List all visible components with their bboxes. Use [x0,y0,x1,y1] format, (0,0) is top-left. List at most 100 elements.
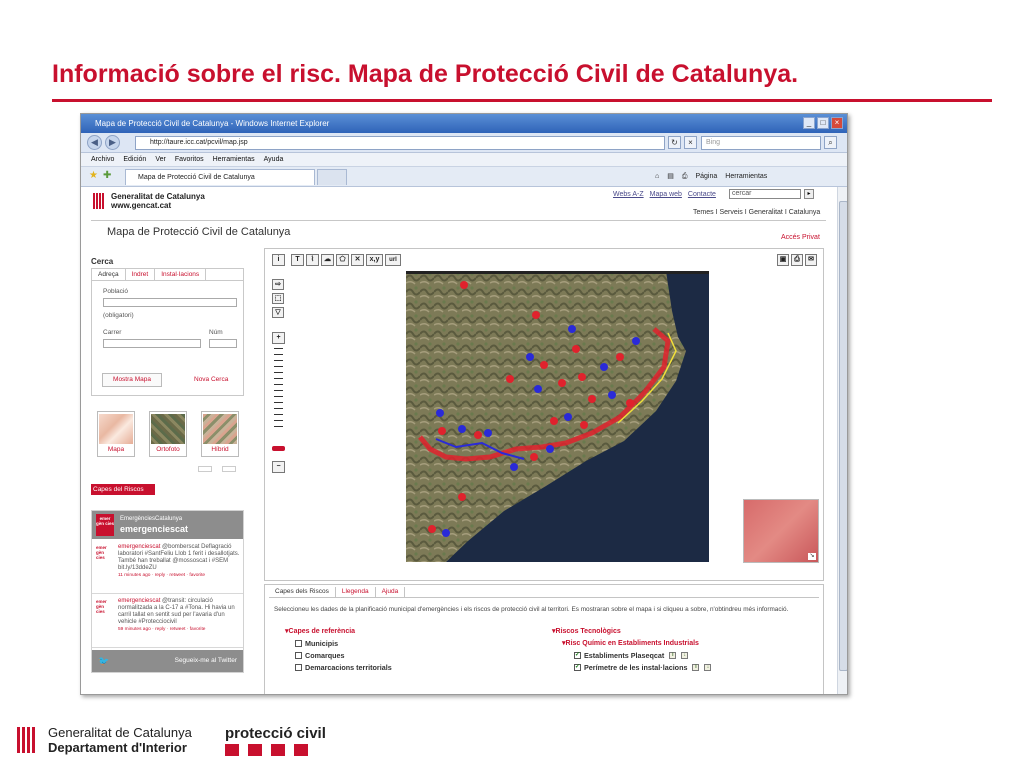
risk-point-blue[interactable] [546,445,554,453]
save-icon[interactable]: ▣ [777,254,789,266]
search-icon[interactable]: ⌕ [824,136,837,149]
risk-point-red[interactable] [616,353,624,361]
menu-ayuda[interactable]: Ayuda [264,153,284,166]
risk-point-red[interactable] [438,427,446,435]
risk-point-blue[interactable] [484,429,492,437]
zoom-in-button[interactable]: + [272,332,285,344]
layer-info-icon[interactable]: i [669,652,677,659]
favorites-star-icon[interactable]: ★ [89,170,98,181]
refresh-icon[interactable]: ↻ [668,136,681,149]
risk-point-red[interactable] [458,493,466,501]
risk-point-red[interactable] [588,395,596,403]
risk-point-red[interactable] [580,421,588,429]
group-risc-quimic[interactable]: Risc Químic en Establiments Industrials [562,639,699,647]
layer-demarcacions[interactable]: Demarcacions territorials [295,663,392,672]
zoom-levels[interactable] [274,348,283,427]
checkbox-establiments[interactable]: ✓ [574,652,581,659]
group-capes-referencia[interactable]: Capes de referència [285,627,356,635]
tweet-meta[interactable]: 11 minutes ago · reply · retweet · favor… [118,573,240,579]
risk-point-red[interactable] [474,431,482,439]
layer-download-icon[interactable]: ↓ [704,664,712,671]
checkbox-perimetre[interactable]: ✓ [574,664,581,671]
risk-point-blue[interactable] [632,337,640,345]
pan-arrow-icon[interactable]: ⇨ [272,279,284,290]
text-tool-button[interactable]: T [291,254,304,266]
risk-point-blue[interactable] [534,385,542,393]
tab-adreca[interactable]: Adreça [92,269,126,280]
risk-point-blue[interactable] [568,325,576,333]
layer-info-icon[interactable]: i [692,664,700,671]
maximize-icon[interactable]: □ [817,117,829,129]
risk-point-red[interactable] [540,361,548,369]
site-search-input[interactable]: cercar [729,189,801,199]
menu-archivo[interactable]: Archivo [91,153,114,166]
link-webs-az[interactable]: Webs A-Z [613,191,644,198]
risk-point-blue[interactable] [510,463,518,471]
checkbox-demarcacions[interactable] [295,664,302,671]
overview-toggle-icon[interactable]: ↘ [808,553,816,560]
risk-point-red[interactable] [626,399,634,407]
layer-download-icon[interactable]: ↓ [681,652,689,659]
stop-icon[interactable]: × [684,136,697,149]
url-button[interactable]: url [385,254,401,266]
line-tool-icon[interactable]: ⌇ [306,254,319,266]
risk-point-blue[interactable] [442,529,450,537]
checkbox-municipis[interactable] [295,640,302,647]
tab-installacions[interactable]: Instal·lacions [155,269,207,280]
add-favorite-icon[interactable]: ✚ [103,170,111,181]
group-riscos-tecnologics[interactable]: Riscos Tecnològics [552,627,621,635]
risk-point-blue[interactable] [608,391,616,399]
minimize-icon[interactable]: _ [803,117,815,129]
command-pagina[interactable]: Página [695,167,717,187]
area-tool-icon[interactable]: ☁ [321,254,334,266]
carrer-input[interactable] [103,339,201,348]
map-type-ortofoto[interactable]: Ortofoto [149,411,187,457]
command-herramientas[interactable]: Herramientas [725,167,767,187]
menu-favoritos[interactable]: Favoritos [175,153,204,166]
page-scrollbar[interactable] [837,187,847,694]
menu-ver[interactable]: Ver [155,153,166,166]
clear-tool-icon[interactable]: ✕ [351,254,364,266]
risk-point-red[interactable] [506,375,514,383]
poblacio-input[interactable] [103,298,237,307]
tweet-author[interactable]: emergenciescat [118,598,160,604]
tab-llegenda[interactable]: Llegenda [336,587,376,597]
risk-point-red[interactable] [550,417,558,425]
scrollbar-thumb[interactable] [839,201,847,671]
tab-capes-riscos[interactable]: Capes dels Riscos [269,587,336,597]
zoom-slider-handle[interactable] [272,446,285,451]
new-search-link[interactable]: Nova Cerca [194,376,228,383]
tab-ajuda[interactable]: Ajuda [376,587,406,597]
risk-point-red[interactable] [578,373,586,381]
risk-point-red[interactable] [532,311,540,319]
mini-button-2[interactable] [222,466,236,472]
print-map-icon[interactable]: ⎙ [791,254,803,266]
feed-icon[interactable]: ▤ [667,167,674,187]
layer-perimetre-installacions[interactable]: ✓ Perímetre de les instal·lacions i ↓ [574,663,712,672]
risk-point-blue[interactable] [458,425,466,433]
risk-point-blue[interactable] [526,353,534,361]
polygon-tool-icon[interactable]: ⬠ [336,254,349,266]
tweet-meta[interactable]: 59 minutes ago · reply · retweet · favor… [118,627,240,633]
show-map-button[interactable]: Mostra Mapa [102,373,162,387]
mini-button-1[interactable] [198,466,212,472]
map-type-hibrid[interactable]: Híbrid [201,411,239,457]
layer-municipis[interactable]: Municipis [295,639,338,648]
private-access-link[interactable]: Accés Privat [781,234,820,241]
info-icon[interactable]: i [272,254,285,266]
forward-icon[interactable]: ▶ [105,135,120,150]
coordinates-button[interactable]: x,y [366,254,383,266]
select-arrow-icon[interactable]: ▽ [272,307,284,318]
risk-point-red[interactable] [572,345,580,353]
print-icon[interactable]: ⎙ [682,167,688,187]
menu-herramientas[interactable]: Herramientas [213,153,255,166]
tweet-author[interactable]: emergenciescat [118,544,160,550]
site-brand[interactable]: Generalitat de Catalunya www.gencat.cat [111,192,205,210]
link-mapa-web[interactable]: Mapa web [650,191,682,198]
url-input[interactable]: http://taure.icc.cat/pcvil/map.jsp [135,136,665,150]
map-type-mapa[interactable]: Mapa [97,411,135,457]
zoom-box-icon[interactable]: ⬚ [272,293,284,304]
overview-map[interactable]: ↘ [743,499,819,563]
checkbox-comarques[interactable] [295,652,302,659]
risk-point-blue[interactable] [436,409,444,417]
